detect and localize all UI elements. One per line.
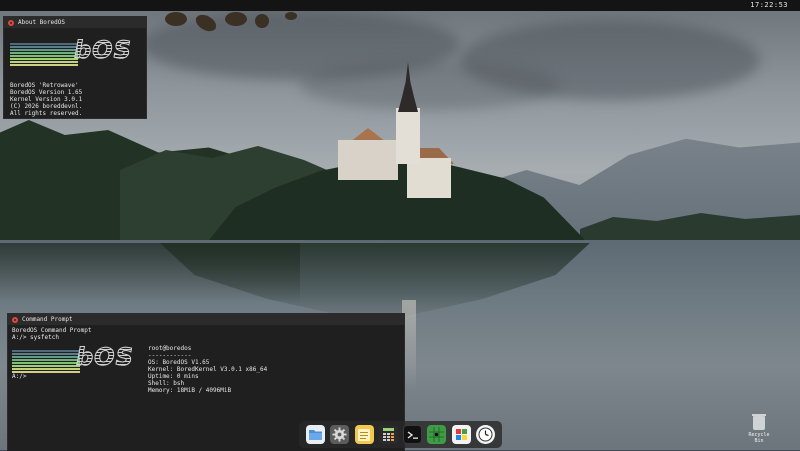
logo-stripe — [10, 58, 78, 60]
logo-stripe — [10, 61, 78, 63]
dock-paint[interactable] — [451, 425, 471, 444]
fetch-memory: Memory: 18MiB / 4096MiB — [148, 387, 232, 394]
fetch-separator: ------------ — [148, 352, 192, 359]
logo-stripe — [10, 55, 78, 57]
about-line: (C) 2026 boreddevnl. — [10, 103, 83, 110]
logo-wordmark: bOS — [76, 343, 134, 372]
wallpaper-church — [338, 140, 398, 180]
logo-stripe — [12, 353, 80, 355]
leaf — [192, 11, 220, 35]
logo-stripe — [10, 43, 78, 45]
recycle-bin[interactable]: Recycle Bin — [744, 414, 774, 444]
logo-stripe — [10, 49, 78, 51]
dock-files[interactable] — [306, 425, 326, 444]
boredos-logo: bOS — [10, 36, 140, 67]
about-info: BoredOS 'Retrowave' BoredOS Version 1.65… — [10, 82, 146, 117]
about-line: All rights reserved. — [10, 110, 83, 117]
recycle-bin-label: Recycle Bin — [748, 432, 770, 444]
dock-notes[interactable] — [354, 425, 374, 444]
logo-wordmark: bOS — [74, 36, 132, 65]
logo-stripe — [10, 64, 78, 66]
logo-stripe — [12, 365, 80, 367]
calculator-icon — [382, 428, 394, 441]
about-line: BoredOS 'Retrowave' — [10, 82, 79, 89]
wallpaper-house — [407, 158, 451, 198]
dock-minesweeper[interactable] — [427, 425, 447, 444]
wallpaper-cloud — [300, 60, 560, 110]
dock-terminal[interactable] — [403, 425, 423, 444]
about-window-content: bOS BoredOS 'Retrowave' BoredOS Version … — [4, 28, 146, 117]
dock-clock[interactable] — [475, 425, 495, 444]
command-prompt-close-button[interactable] — [12, 316, 18, 323]
fetch-kernel: Kernel: BoredKernel V3.0.1 x86_64 — [148, 366, 268, 373]
terminal-line: BoredOS Command Prompt — [12, 327, 92, 334]
system-clock[interactable]: 17:22:53 — [750, 1, 788, 9]
fetch-os: OS: BoredOS V1.65 — [148, 359, 210, 366]
logo-stripes — [10, 43, 78, 67]
about-window-close-button[interactable] — [8, 19, 14, 26]
leaf — [285, 12, 297, 20]
logo-stripes — [12, 350, 80, 374]
command-prompt-title: Command Prompt — [22, 316, 73, 323]
leaf — [255, 14, 269, 28]
top-menu-bar: 17:22:53 — [0, 0, 800, 11]
fetch-uptime: Uptime: 0 mins — [148, 373, 199, 380]
leaf — [165, 12, 187, 26]
gear-icon — [332, 427, 347, 442]
terminal-prompt[interactable]: A:/> — [12, 373, 26, 380]
about-window-title: About BoredOS — [18, 19, 65, 26]
wallpaper-leaves — [165, 11, 305, 35]
logo-stripe — [12, 359, 80, 361]
wallpaper-tower — [396, 108, 420, 164]
logo-stripe — [10, 52, 78, 54]
dock-settings[interactable] — [330, 425, 350, 444]
about-line: BoredOS Version 1.65 — [10, 89, 83, 96]
terminal-icon — [407, 430, 418, 439]
clock-icon — [478, 427, 493, 442]
logo-stripe — [12, 350, 80, 352]
logo-stripe — [12, 362, 80, 364]
paint-icon — [455, 429, 467, 440]
fetch-shell: Shell: bsh — [148, 380, 185, 387]
dock-calculator[interactable] — [378, 425, 398, 444]
trash-icon — [752, 414, 766, 430]
fetch-host: root@boredos — [148, 345, 192, 352]
sysfetch-logo: bOS — [12, 343, 142, 374]
folder-icon — [309, 430, 323, 440]
logo-stripe — [12, 356, 80, 358]
leaf — [225, 12, 247, 26]
about-window-titlebar[interactable]: About BoredOS — [4, 17, 146, 28]
logo-stripe — [10, 46, 78, 48]
about-window[interactable]: About BoredOS bOS BoredOS 'Retrowave' Bo… — [3, 16, 147, 119]
command-prompt-titlebar[interactable]: Command Prompt — [8, 314, 404, 325]
dock — [299, 421, 502, 448]
terminal-line: A:/> sysfetch — [12, 334, 59, 341]
notepad-icon — [358, 428, 371, 441]
about-line: Kernel Version 3.0.1 — [10, 96, 83, 103]
grid-icon — [429, 427, 445, 442]
sysfetch-info: root@boredos ------------ OS: BoredOS V1… — [148, 345, 267, 394]
logo-stripe — [12, 368, 80, 370]
